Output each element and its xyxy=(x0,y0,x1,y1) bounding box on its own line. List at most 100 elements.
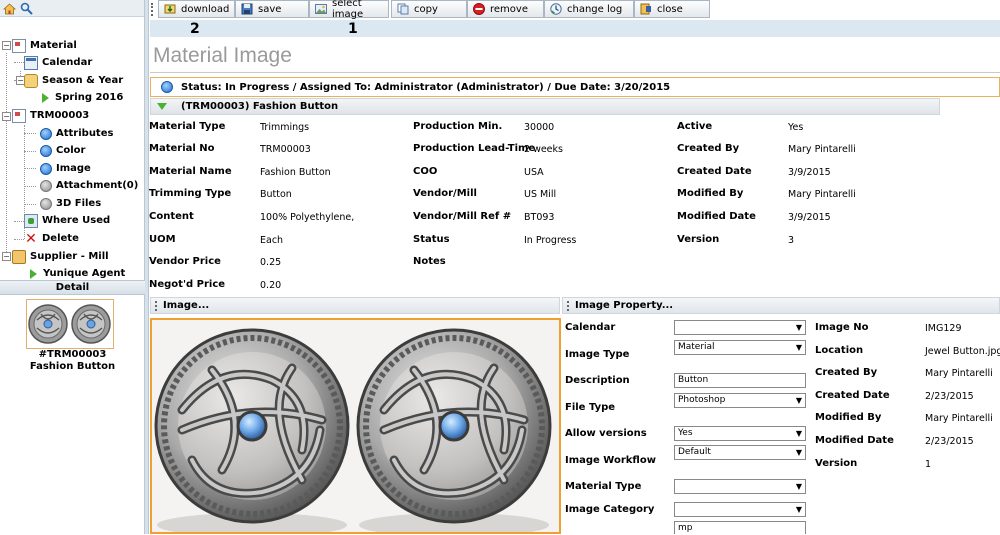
image-property-header: Image Property... xyxy=(562,297,1000,314)
image-type-select[interactable]: Material ▼ xyxy=(674,340,806,355)
blue-circle-icon xyxy=(40,162,52,175)
left-navigation: − Material Calendar − Season & Year Spri… xyxy=(0,0,145,534)
field-value: Yes xyxy=(788,122,804,133)
search-icon[interactable] xyxy=(20,2,33,15)
season-icon xyxy=(24,73,38,88)
form-label: File Type xyxy=(565,402,616,413)
image-category-select[interactable]: ▼ xyxy=(674,502,806,517)
info-value: 2/23/2015 xyxy=(925,436,974,447)
calendar-select[interactable]: ▼ xyxy=(674,320,806,335)
field-value: US Mill xyxy=(524,189,557,200)
copy-button[interactable]: copy xyxy=(391,0,467,18)
supplier-icon xyxy=(12,249,26,264)
download-button[interactable]: download xyxy=(158,0,235,18)
panel-grip[interactable] xyxy=(567,300,569,311)
dropdown-arrow-icon: ▼ xyxy=(795,505,802,514)
form-label: Calendar xyxy=(565,322,616,333)
info-value: 1 xyxy=(925,459,932,470)
panel-grip[interactable] xyxy=(155,300,157,311)
tree-item-image[interactable]: Image xyxy=(40,160,91,177)
tree-item-color[interactable]: Color xyxy=(40,142,85,159)
collapse-toggle-material[interactable]: − xyxy=(2,41,11,50)
field-value: Mary Pintarelli xyxy=(788,189,856,200)
material-doc-icon xyxy=(12,108,26,123)
detail-caption-name: Fashion Button xyxy=(29,361,116,372)
collapse-toggle-supplier[interactable]: − xyxy=(2,252,11,261)
field-value: 100% Polyethylene, xyxy=(260,212,355,223)
delete-x-icon: ✕ xyxy=(25,230,37,247)
tree-item-supplier-mill[interactable]: Supplier - Mill xyxy=(12,248,109,265)
calendar-icon xyxy=(24,55,38,70)
material-image[interactable] xyxy=(150,318,561,534)
home-icon[interactable] xyxy=(2,2,17,15)
tree-item-spring-2016[interactable]: Spring 2016 xyxy=(40,89,123,106)
tree-item-season-year[interactable]: Season & Year xyxy=(24,72,123,89)
info-label: Created By xyxy=(815,367,878,378)
change-log-icon xyxy=(550,3,562,15)
info-label: Modified By xyxy=(815,412,882,423)
field-label: Content xyxy=(149,211,194,222)
tree-item-3d-files[interactable]: 3D Files xyxy=(40,195,101,212)
info-value: IMG129 xyxy=(925,323,962,334)
select-value: Material xyxy=(678,342,715,352)
extra-text-input[interactable]: mp xyxy=(674,521,806,534)
expand-triangle-icon[interactable] xyxy=(157,103,167,110)
field-label: Negot'd Price xyxy=(149,279,226,290)
download-icon xyxy=(164,3,176,15)
field-label: Material Type xyxy=(149,121,226,132)
field-value: 2 weeks xyxy=(524,144,563,155)
tree-label: Season & Year xyxy=(42,75,124,86)
panel-splitter[interactable] xyxy=(145,0,149,534)
allow-versions-select[interactable]: Yes ▼ xyxy=(674,426,806,441)
material-type-select[interactable]: ▼ xyxy=(674,479,806,494)
select-image-label: select image xyxy=(332,0,364,20)
dropdown-arrow-icon: ▼ xyxy=(795,448,802,457)
page-title: Material Image xyxy=(153,44,292,67)
form-label: Material Type xyxy=(565,481,642,492)
tree-item-delete[interactable]: ✕ Delete xyxy=(24,230,79,247)
select-value: Yes xyxy=(678,428,693,438)
remove-button[interactable]: remove xyxy=(467,0,544,18)
field-label: Notes xyxy=(413,256,446,267)
tree-label: Spring 2016 xyxy=(55,92,124,103)
detail-header: Detail xyxy=(0,280,145,295)
tree-item-attachment[interactable]: Attachment(0) xyxy=(40,177,138,194)
where-used-icon xyxy=(24,213,38,228)
tree-label: Delete xyxy=(42,233,79,244)
tree-item-attributes[interactable]: Attributes xyxy=(40,125,113,142)
field-value: Each xyxy=(260,235,284,246)
dropdown-arrow-icon: ▼ xyxy=(795,482,802,491)
dropdown-arrow-icon: ▼ xyxy=(795,429,802,438)
detail-thumbnail[interactable] xyxy=(26,299,114,349)
image-workflow-select[interactable]: Default ▼ xyxy=(674,445,806,460)
section-title: (TRM00003) Fashion Button xyxy=(181,101,339,112)
change-log-button[interactable]: change log xyxy=(544,0,634,18)
save-button[interactable]: save xyxy=(235,0,309,18)
section-header[interactable]: (TRM00003) Fashion Button xyxy=(150,98,940,115)
tree-label: Image xyxy=(56,163,91,174)
select-image-button[interactable]: select image xyxy=(309,0,389,20)
tree-label: 3D Files xyxy=(56,198,102,209)
field-label: Production Lead-Time xyxy=(413,143,536,154)
field-label: Material No xyxy=(149,143,215,154)
description-input[interactable]: Button xyxy=(674,373,806,388)
field-value: 0.25 xyxy=(260,257,282,268)
file-type-select[interactable]: Photoshop ▼ xyxy=(674,393,806,408)
toolbar-grip[interactable] xyxy=(151,3,153,16)
tree-item-calendar[interactable]: Calendar xyxy=(24,54,92,71)
field-value: USA xyxy=(524,167,544,178)
tree-item-material[interactable]: Material xyxy=(12,37,77,54)
collapse-toggle-trm[interactable]: − xyxy=(2,112,11,121)
field-label: Active xyxy=(677,121,713,132)
tree-label: Attributes xyxy=(56,128,114,139)
save-icon xyxy=(241,3,253,15)
gray-circle-icon xyxy=(40,179,52,192)
blue-circle-icon xyxy=(40,144,52,157)
close-button[interactable]: close xyxy=(634,0,710,18)
play-arrow-icon xyxy=(42,92,49,103)
image-icon xyxy=(315,3,327,15)
field-value: 30000 xyxy=(524,122,555,133)
tree-item-trm00003[interactable]: TRM00003 xyxy=(12,107,89,124)
tree-item-where-used[interactable]: Where Used xyxy=(24,212,110,229)
field-label: UOM xyxy=(149,234,176,245)
